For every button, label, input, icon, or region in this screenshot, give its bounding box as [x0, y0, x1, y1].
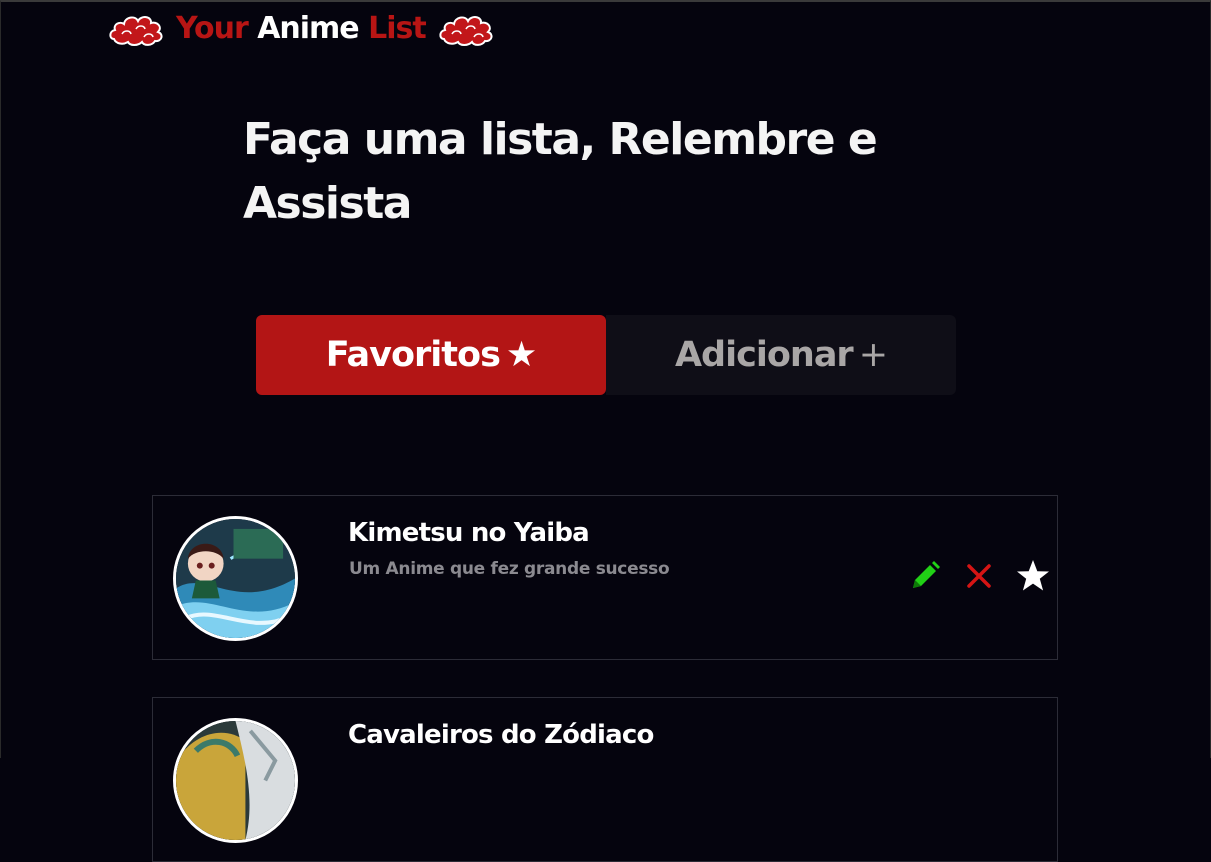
- star-icon: [1017, 560, 1049, 591]
- anime-title: Cavaleiros do Zódiaco: [348, 720, 654, 750]
- anime-card: Kimetsu no Yaiba Um Anime que fez grande…: [152, 495, 1058, 660]
- anime-avatar: [173, 516, 298, 641]
- star-icon: ★: [505, 335, 537, 375]
- akatsuki-cloud-icon: [109, 16, 163, 46]
- favorite-button[interactable]: [1015, 558, 1051, 594]
- logo-word-anime: Anime: [257, 11, 359, 46]
- pencil-icon: [913, 561, 940, 588]
- tab-adicionar-label: Adicionar: [674, 335, 854, 375]
- logo-text: Your Anime List: [176, 11, 427, 46]
- anime-title: Kimetsu no Yaiba: [348, 518, 590, 548]
- plus-icon: +: [858, 335, 888, 375]
- anime-card: Cavaleiros do Zódiaco: [152, 697, 1058, 862]
- anime-actions: [907, 558, 1051, 594]
- edit-button[interactable]: [907, 558, 943, 594]
- hero-heading: Faça uma lista, Relembre e Assista: [243, 114, 878, 229]
- tab-favoritos-label: Favoritos: [325, 335, 501, 375]
- anime-avatar: [173, 718, 298, 843]
- logo-word-list: List: [368, 11, 427, 46]
- delete-button[interactable]: [961, 558, 997, 594]
- anime-description: Um Anime que fez grande sucesso: [349, 559, 670, 579]
- anime-thumbnail-image: [176, 519, 295, 638]
- close-icon: [967, 564, 991, 588]
- tab-bar: Favoritos ★ Adicionar +: [256, 315, 956, 395]
- logo[interactable]: Your Anime List: [108, 8, 494, 50]
- logo-word-your: Your: [176, 11, 249, 46]
- tab-adicionar[interactable]: Adicionar +: [606, 315, 956, 395]
- tab-favoritos[interactable]: Favoritos ★: [256, 315, 606, 395]
- anime-thumbnail-image: [176, 721, 295, 840]
- akatsuki-cloud-icon: [439, 16, 493, 46]
